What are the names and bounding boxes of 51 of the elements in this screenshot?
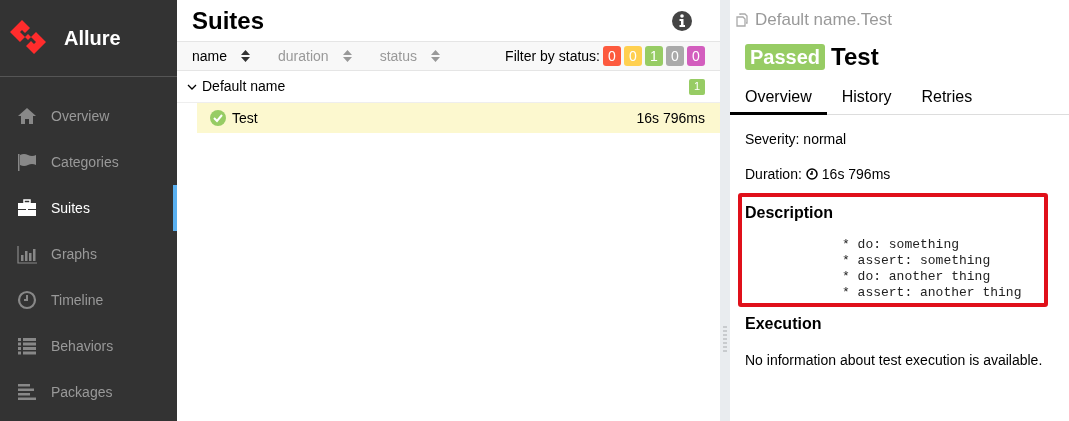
- test-name: Test: [232, 108, 258, 128]
- sort-icon: [241, 50, 251, 62]
- nav-item[interactable]: Overview: [0, 93, 177, 139]
- status-filter[interactable]: 0: [603, 46, 621, 66]
- list-icon: [17, 336, 37, 356]
- tab[interactable]: Retries: [906, 81, 988, 115]
- severity-text: Severity: normal: [745, 129, 848, 149]
- home-icon: [17, 106, 37, 126]
- clock-icon: [805, 168, 818, 180]
- clock-icon: [17, 290, 37, 310]
- sort-icon: [431, 50, 440, 62]
- brand-name: Allure: [64, 26, 121, 51]
- description-line: * assert: another thing: [842, 284, 1023, 301]
- description-line: * assert: something: [842, 252, 992, 269]
- execution-text: No information about test execution is available.: [745, 350, 1044, 370]
- info-icon[interactable]: [671, 9, 693, 32]
- status-filter[interactable]: 0: [666, 46, 684, 66]
- description-line: * do: another thing: [842, 268, 992, 285]
- section-heading: Description: [745, 202, 834, 223]
- tab[interactable]: Overview: [730, 81, 827, 115]
- flag-icon: [17, 152, 37, 172]
- nav-item[interactable]: Graphs: [0, 231, 177, 277]
- test-title: Test: [831, 41, 879, 72]
- duration-label: Duration:: [745, 164, 802, 184]
- briefcase-icon: [17, 198, 37, 218]
- description-line: * do: something: [842, 236, 961, 253]
- sort-icon: [342, 50, 352, 62]
- sort-column[interactable]: duration: [278, 45, 352, 67]
- nav-item[interactable]: Suites: [0, 185, 177, 231]
- group-name[interactable]: Default name: [202, 76, 286, 97]
- status-filter[interactable]: 0: [687, 46, 705, 66]
- nav-item[interactable]: Timeline: [0, 277, 177, 323]
- tab[interactable]: History: [826, 81, 907, 115]
- section-heading: Execution: [745, 313, 823, 334]
- nav-item[interactable]: Categories: [0, 139, 177, 185]
- filter-label: Filter by status:: [505, 46, 600, 66]
- copy-icon[interactable]: [735, 11, 751, 28]
- lines-icon: [17, 382, 37, 402]
- test-row[interactable]: Test 16s 796ms: [197, 103, 720, 133]
- count-badge: 1: [689, 78, 705, 95]
- bar-chart-icon: [17, 244, 37, 264]
- test-path: Default name.Test: [755, 9, 892, 31]
- nav-item[interactable]: Packages: [0, 369, 177, 415]
- page-title: Suites: [192, 5, 265, 36]
- sort-column[interactable]: name: [192, 45, 251, 67]
- nav-item[interactable]: Behaviors: [0, 323, 177, 369]
- check-circle-icon: [210, 110, 226, 126]
- test-duration: 16s 796ms: [636, 108, 705, 128]
- status-badge: Passed: [745, 43, 826, 70]
- sort-column[interactable]: status: [379, 45, 440, 67]
- duration-text: 16s 796ms: [821, 164, 891, 184]
